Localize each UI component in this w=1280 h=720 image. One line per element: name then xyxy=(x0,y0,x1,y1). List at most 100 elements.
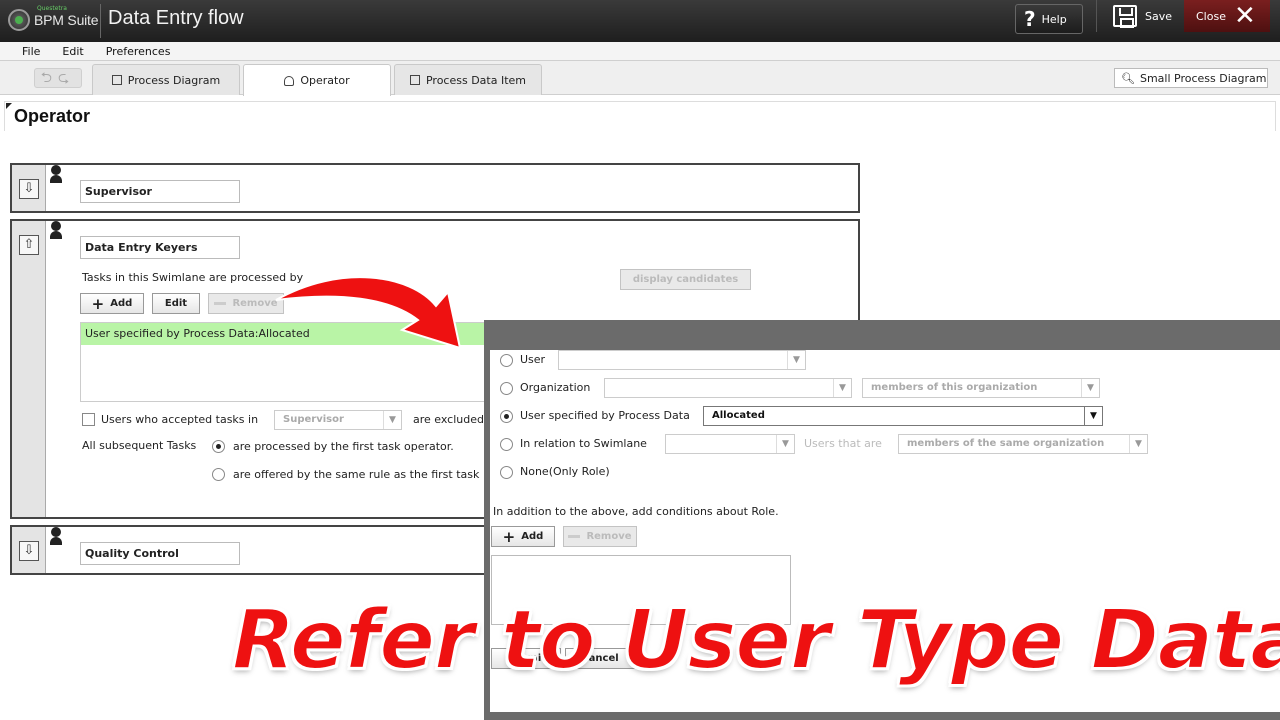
relation-option-label: In relation to Swimlane xyxy=(520,437,647,450)
undo-redo-buttons[interactable]: ⮌⮎ xyxy=(34,68,82,88)
lane-name-input[interactable]: Supervisor xyxy=(80,180,240,203)
tab-process-data-item[interactable]: Process Data Item xyxy=(394,64,542,95)
lane-name-input[interactable]: Quality Control xyxy=(80,542,240,565)
user-radio[interactable] xyxy=(500,354,513,367)
chevron-down-icon: ▼ xyxy=(776,435,794,453)
data-item-icon xyxy=(409,75,420,85)
first-operator-label: are processed by the first task operator… xyxy=(233,440,454,453)
first-operator-radio[interactable] xyxy=(212,440,225,453)
tab-process-diagram[interactable]: Process Diagram xyxy=(92,64,240,95)
organization-radio[interactable] xyxy=(500,382,513,395)
add-role-button[interactable]: + Add xyxy=(491,526,555,547)
none-role-radio[interactable] xyxy=(500,466,513,479)
tab-label: Process Diagram xyxy=(127,73,221,87)
tab-strip: ⮌⮎ Process Diagram Operator Process Data… xyxy=(0,61,1280,96)
save-icon xyxy=(1113,5,1137,28)
person-icon xyxy=(50,527,62,549)
relation-lane-select[interactable]: ▼ xyxy=(665,434,795,454)
tab-label: Operator xyxy=(300,74,350,87)
logo-icon xyxy=(8,9,30,31)
select-value: Allocated xyxy=(712,410,765,421)
expand-down-icon[interactable]: ⇩ xyxy=(19,179,39,199)
process-data-radio[interactable] xyxy=(500,410,513,423)
users-accepted-label: Users who accepted tasks in xyxy=(101,413,259,426)
operator-icon xyxy=(284,75,295,86)
annotation-arrow xyxy=(275,276,462,350)
app-root: BPM Suite Questetra Data Entry flow ? He… xyxy=(0,0,1280,720)
users-that-are-label: Users that are xyxy=(804,437,882,450)
collapse-up-icon[interactable]: ⇧ xyxy=(19,235,39,255)
display-candidates-button[interactable]: display candidates xyxy=(620,269,751,290)
organization-option-label: Organization xyxy=(520,381,591,394)
chevron-down-icon: ▼ xyxy=(1129,435,1147,453)
corner-marker xyxy=(6,103,12,109)
same-rule-label: are offered by the same rule as the firs… xyxy=(233,468,480,481)
lane-sidebar: ⇩ xyxy=(12,527,46,573)
remove-label: Remove xyxy=(586,531,632,542)
help-icon: ? xyxy=(1024,7,1036,31)
title-bar: BPM Suite Questetra Data Entry flow ? He… xyxy=(0,0,1280,42)
diagram-icon xyxy=(111,75,122,85)
content-frame xyxy=(4,101,1276,131)
menu-bar: File Edit Preferences xyxy=(0,42,1280,61)
tab-label: Process Data Item xyxy=(425,73,527,87)
role-note: In addition to the above, add conditions… xyxy=(493,505,779,518)
relation-scope-select[interactable]: members of the same organization ▼ xyxy=(898,434,1148,454)
lane-sidebar: ⇩ xyxy=(12,165,46,211)
chevron-down-icon: ▼ xyxy=(1084,407,1102,425)
person-icon xyxy=(50,221,62,243)
small-diagram-label: Small Process Diagram xyxy=(1139,71,1267,85)
overlay-caption: Refer to User Type Data xyxy=(231,592,1280,689)
none-role-option-label: None(Only Role) xyxy=(520,465,610,478)
minus-icon xyxy=(214,302,227,305)
remove-role-button[interactable]: Remove xyxy=(563,526,637,547)
save-button[interactable]: Save xyxy=(1096,0,1184,32)
app-title: Data Entry flow xyxy=(108,7,244,29)
tab-operator[interactable]: Operator xyxy=(243,64,391,96)
arrow-icon xyxy=(275,276,462,350)
expand-down-icon[interactable]: ⇩ xyxy=(19,541,39,561)
chevron-down-icon: ▼ xyxy=(833,379,851,397)
lane-sidebar: ⇧ xyxy=(12,221,46,517)
header-divider xyxy=(100,4,101,38)
exclude-lane-select[interactable]: Supervisor ▼ xyxy=(274,410,402,430)
user-select[interactable]: ▼ xyxy=(558,350,806,370)
help-label: Help xyxy=(1041,12,1067,26)
relation-radio[interactable] xyxy=(500,438,513,451)
chevron-down-icon: ▼ xyxy=(787,351,805,369)
close-button[interactable]: Close ✕ xyxy=(1184,0,1270,32)
same-rule-radio[interactable] xyxy=(212,468,225,481)
lane-name-input[interactable]: Data Entry Keyers xyxy=(80,236,240,259)
select-value: Supervisor xyxy=(283,414,344,425)
plus-icon: + xyxy=(91,294,105,313)
save-label: Save xyxy=(1145,9,1173,23)
user-option-label: User xyxy=(520,353,546,366)
small-process-diagram-button[interactable]: 🔍︎ Small Process Diagram xyxy=(1114,68,1268,88)
swimlane-supervisor: ⇩ Supervisor xyxy=(10,163,860,213)
subsequent-tasks-label: All subsequent Tasks xyxy=(82,439,197,452)
are-excluded-label: are excluded xyxy=(413,413,484,426)
exclude-users-checkbox[interactable] xyxy=(82,413,95,426)
person-icon xyxy=(50,165,62,187)
page-title: Operator xyxy=(14,106,91,126)
organization-scope-select[interactable]: members of this organization ▼ xyxy=(862,378,1100,398)
logo-brand: Questetra xyxy=(37,5,67,12)
process-data-select[interactable]: Allocated ▼ xyxy=(703,406,1103,426)
edit-rule-button[interactable]: Edit xyxy=(152,293,200,314)
chevron-down-icon: ▼ xyxy=(383,411,401,429)
select-value: members of the same organization xyxy=(907,438,1105,449)
menu-edit[interactable]: Edit xyxy=(62,45,83,58)
magnify-icon: 🔍︎ xyxy=(1121,71,1135,85)
help-button[interactable]: ? Help xyxy=(1015,4,1083,34)
menu-file[interactable]: File xyxy=(22,45,40,58)
minus-icon xyxy=(568,535,581,538)
chevron-down-icon: ▼ xyxy=(1081,379,1099,397)
organization-select[interactable]: ▼ xyxy=(604,378,852,398)
add-rule-button[interactable]: + Add xyxy=(80,293,144,314)
menu-preferences[interactable]: Preferences xyxy=(106,45,171,58)
select-value: members of this organization xyxy=(871,382,1038,393)
close-icon: ✕ xyxy=(1233,1,1256,31)
plus-icon: + xyxy=(502,527,516,546)
logo-text: BPM Suite xyxy=(34,12,99,28)
app-logo: BPM Suite Questetra xyxy=(8,5,99,32)
